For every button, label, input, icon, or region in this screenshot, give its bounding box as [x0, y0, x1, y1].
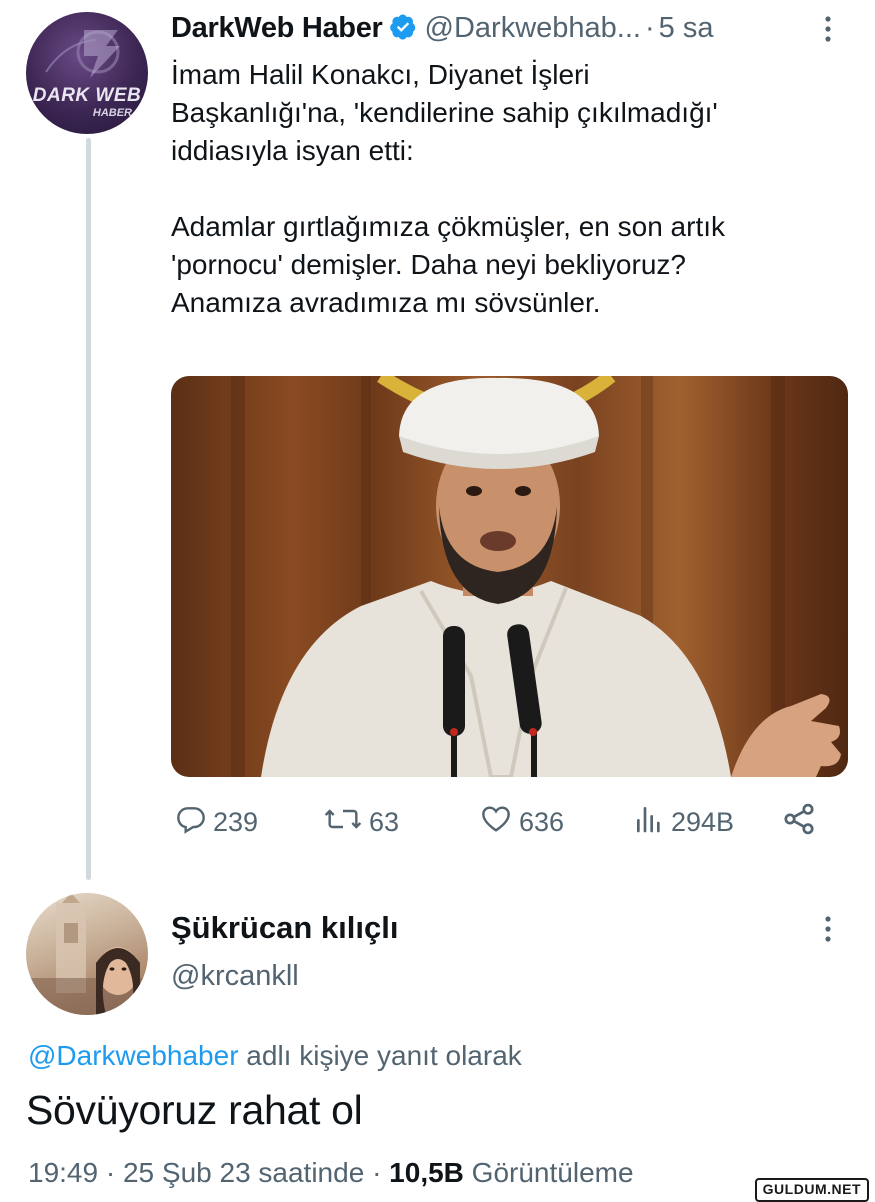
views-button[interactable]: 294B	[633, 800, 734, 844]
tweet-text-line: 'pornocu' demişler. Daha neyi bekliyoruz…	[171, 249, 686, 280]
reply-icon	[175, 803, 213, 842]
like-icon	[479, 803, 519, 842]
reply-mention-link[interactable]: @Darkwebhaber	[28, 1040, 239, 1071]
reply-count: 239	[213, 806, 259, 837]
watermark-logo: GULDUM.NET	[754, 1178, 869, 1202]
reply-context-text: adlı kişiye yanıt olarak	[238, 1040, 522, 1071]
tweet-text-line: İmam Halil Konakcı, Diyanet İşleri	[171, 59, 590, 90]
like-button[interactable]: 636	[479, 800, 564, 844]
avatar-photo	[26, 893, 148, 1015]
retweet-count: 63	[369, 806, 400, 837]
retweet-button[interactable]: 63	[323, 800, 399, 844]
share-button[interactable]	[781, 800, 823, 844]
reply-views-count[interactable]: 10,5B	[389, 1157, 464, 1188]
reply-meta: 19:49 · 25 Şub 23 saatinde · 10,5B Görün…	[28, 1157, 634, 1189]
verified-icon	[389, 13, 417, 46]
avatar-logo-text: DARK WEB	[32, 85, 142, 106]
separator-dot: ·	[644, 12, 655, 44]
tweet-media-image[interactable]	[171, 376, 848, 777]
tweet-header: DarkWeb Haber @Darkwebhab... · 5 sa	[171, 12, 821, 48]
retweet-icon	[323, 803, 369, 842]
like-count: 636	[519, 806, 565, 837]
tweet-author-handle[interactable]: @Darkwebhab...	[425, 12, 641, 44]
share-icon	[781, 801, 823, 844]
tweet-text: İmam Halil Konakcı, Diyanet İşleri Başka…	[171, 56, 851, 322]
reply-author-handle[interactable]: @krcankll	[171, 960, 299, 993]
tweet-text-line: Adamlar gırtlağımıza çökmüşler, en son a…	[171, 211, 725, 242]
more-icon[interactable]	[820, 914, 836, 951]
reply-text: Sövüyoruz rahat ol	[26, 1087, 363, 1133]
tweet-timestamp[interactable]: 5 sa	[659, 12, 714, 44]
replying-to-line: @Darkwebhaber adlı kişiye yanıt olarak	[28, 1040, 522, 1072]
tweet-text-line: Anamıza avradımıza mı sövsünler.	[171, 287, 601, 318]
tweet-author-name[interactable]: DarkWeb Haber	[171, 12, 383, 44]
thread-line	[86, 138, 91, 880]
reply-date[interactable]: 25 Şub 23 saatinde	[123, 1157, 364, 1188]
more-icon[interactable]	[820, 14, 836, 51]
avatar-logo-subtext: HABER	[92, 107, 132, 119]
tweet-text-line: iddiasıyla isyan etti:	[171, 135, 414, 166]
separator-dot: ·	[105, 1157, 116, 1188]
reply-author-name[interactable]: Şükrücan kılıçlı	[171, 910, 398, 946]
tweet-text-line: Başkanlığı'na, 'kendilerine sahip çıkılm…	[171, 97, 718, 128]
photo-of-imam-speaking	[231, 376, 841, 777]
reply-views-label: Görüntüleme	[471, 1157, 634, 1188]
tweet-author-avatar[interactable]: DARK WEB HABER	[26, 12, 148, 134]
views-icon	[633, 803, 671, 842]
reply-time[interactable]: 19:49	[28, 1157, 98, 1188]
views-count: 294B	[671, 806, 735, 837]
reply-author-avatar[interactable]	[26, 893, 148, 1015]
reply-button[interactable]: 239	[175, 800, 258, 844]
tweet-actions-bar: 239 63 636 294B	[171, 800, 831, 844]
separator-dot: ·	[372, 1157, 382, 1188]
